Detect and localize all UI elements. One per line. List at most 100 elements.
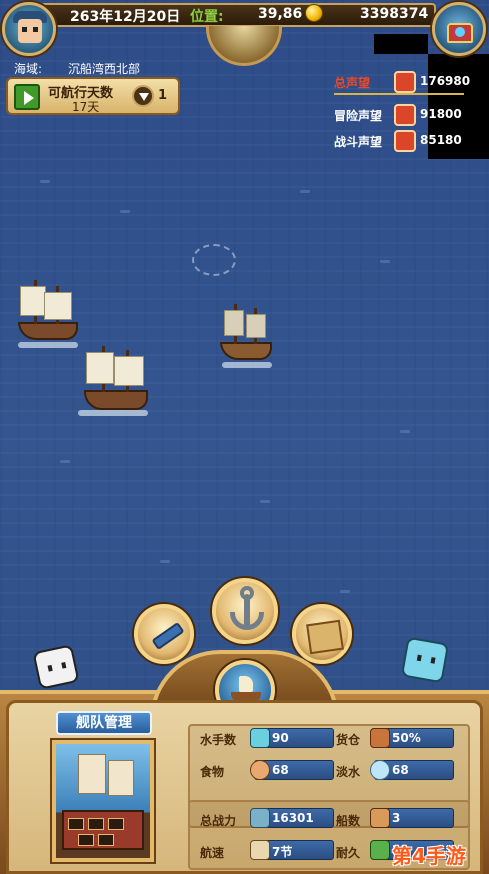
wave — [340, 590, 350, 593]
portrait-sail — [78, 754, 106, 794]
stat-label-cargo: 货仓 — [336, 733, 361, 747]
wave — [120, 210, 130, 213]
reputation-label: 总声望 — [334, 76, 371, 90]
reputation-value: 91800 — [420, 107, 462, 121]
sailor-icon — [250, 728, 270, 748]
warrior-icon — [250, 808, 270, 828]
map-button[interactable] — [292, 604, 352, 664]
wave — [160, 560, 170, 563]
spyglass-icon — [151, 621, 185, 651]
mascot-eye — [61, 661, 67, 669]
avatar-eye — [22, 27, 27, 32]
ship-wake — [78, 410, 148, 416]
spyglass-button[interactable] — [134, 604, 194, 664]
ally-ship[interactable] — [78, 342, 154, 424]
cat-mascot-icon[interactable] — [400, 636, 450, 684]
ghost-mascot-icon[interactable] — [32, 644, 80, 690]
treasure-chest-button[interactable] — [432, 2, 486, 56]
repair-icon — [370, 840, 390, 860]
anchor-button[interactable] — [212, 578, 278, 644]
ship-sail — [44, 292, 72, 320]
meat-icon — [250, 760, 270, 780]
wave — [300, 190, 310, 193]
stat-label-water: 淡水 — [336, 765, 361, 779]
player-avatar-button[interactable] — [2, 2, 56, 56]
stat-label-durability: 耐久 — [336, 846, 361, 860]
reputation-value: 176980 — [420, 74, 471, 88]
fleet-management-button[interactable]: 舰队管理 — [56, 711, 152, 735]
sail-speed-icon — [250, 840, 270, 860]
gold-amount: 3398374 — [360, 6, 429, 22]
reputation-label: 战斗声望 — [334, 135, 383, 149]
stat-label-sailors: 水手数 — [200, 733, 237, 747]
sea-area-name: 沉船湾西北部 — [68, 62, 141, 76]
reputation-battle: 战斗声望 85180 — [334, 130, 484, 152]
flagship-portrait[interactable] — [52, 740, 154, 862]
wave — [380, 260, 390, 263]
ship-sail — [114, 356, 144, 386]
mascot-eye — [430, 657, 436, 664]
reputation-adventure: 冒险声望 91800 — [334, 104, 484, 126]
compass-badge-icon — [394, 71, 416, 93]
mascot-eye — [416, 654, 422, 662]
enemy-ship[interactable] — [216, 302, 274, 376]
ship-hull — [220, 342, 272, 360]
ship-sail — [246, 314, 266, 338]
reputation-value: 85180 — [420, 133, 462, 147]
crew-cabin — [108, 818, 124, 830]
adventure-badge-icon — [394, 104, 416, 126]
black-block — [374, 34, 428, 54]
crew-cabin — [88, 818, 104, 830]
gem-icon — [455, 27, 465, 37]
stat-value-power: 16301 — [272, 811, 314, 825]
stat-value-ships: 3 — [392, 811, 401, 825]
ship-sail-icon — [239, 676, 253, 692]
avatar-eye — [33, 27, 38, 32]
water-bottle-icon — [370, 760, 390, 780]
wave — [40, 180, 50, 183]
gold-coin-icon — [305, 4, 323, 22]
stat-value-speed: 7节 — [272, 845, 293, 859]
crossed-swords-icon — [394, 130, 416, 152]
stat-label-food: 食物 — [200, 765, 225, 779]
treasure-map-icon — [306, 619, 344, 655]
divider — [334, 93, 464, 95]
stat-value-water: 68 — [392, 763, 409, 777]
game-date: 263年12月20日 — [70, 9, 181, 25]
stat-label-ships: 船数 — [336, 814, 361, 828]
reputation-label: 冒险声望 — [334, 109, 383, 123]
wave — [260, 500, 270, 503]
anchor-arc — [230, 612, 264, 630]
ship-sail — [224, 310, 244, 336]
crew-cabin — [78, 834, 94, 846]
whirlpool-marker[interactable] — [192, 244, 236, 276]
stat-value-sailors: 90 — [272, 731, 289, 745]
cargo-crate-icon — [370, 728, 390, 748]
portrait-sail — [108, 760, 134, 796]
location-label: 位置: — [190, 9, 224, 25]
wave — [400, 430, 410, 433]
voyage-days-value: 17天 — [72, 100, 100, 114]
ally-ship[interactable] — [12, 276, 82, 356]
voyage-days-panel: 可航行天数 17天 1 — [6, 77, 180, 115]
watermark: 第4手游 — [392, 844, 466, 868]
wave — [60, 460, 70, 463]
ship-hull — [84, 390, 148, 410]
stat-label-speed: 航速 — [200, 846, 225, 860]
sail-play-button[interactable] — [14, 84, 40, 110]
mascot-eye — [47, 664, 53, 672]
stat-value-cargo: 50% — [392, 731, 421, 745]
crew-cabin — [68, 818, 84, 830]
crew-cabin — [98, 834, 114, 846]
stat-value-food: 68 — [272, 763, 289, 777]
reputation-total: 总声望 176980 — [334, 71, 484, 95]
voyage-count: 1 — [158, 88, 168, 103]
sea-area-label: 海域: — [14, 62, 43, 76]
chevron-down-button[interactable] — [132, 85, 154, 107]
ship-wake — [222, 362, 272, 368]
ship-sail — [20, 286, 46, 316]
stat-label-power: 总战力 — [200, 814, 237, 828]
ship-sail — [86, 352, 114, 384]
location-value: 39,86 — [258, 6, 303, 22]
ship-hull — [18, 322, 78, 340]
